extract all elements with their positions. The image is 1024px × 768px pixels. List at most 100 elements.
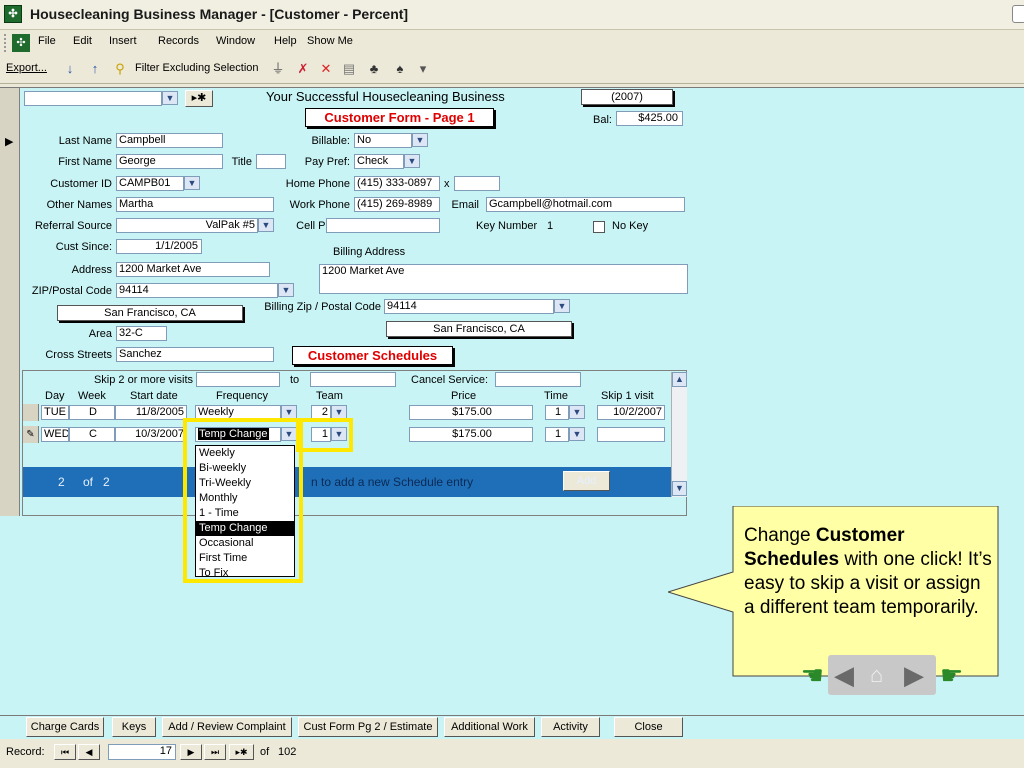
billing-zip-dropdown[interactable]: ▼ <box>554 299 570 313</box>
no-key-checkbox[interactable] <box>593 221 605 233</box>
menu-records[interactable]: Records <box>158 35 199 47</box>
charge-cards-button[interactable]: Charge Cards <box>26 717 104 737</box>
start-date-field[interactable]: 10/3/2007 <box>115 427 187 442</box>
export-button[interactable]: Export... <box>6 62 47 74</box>
area-field[interactable]: 32-C <box>116 326 167 341</box>
add-review-complaint-button[interactable]: Add / Review Complaint <box>162 717 292 737</box>
scroll-down-icon[interactable]: ▼ <box>672 481 687 496</box>
phone-ext-field[interactable] <box>454 176 500 191</box>
first-record-icon[interactable]: ⏮ <box>54 744 76 760</box>
zip-dropdown[interactable]: ▼ <box>278 283 294 297</box>
cross-streets-field[interactable]: Sanchez <box>116 347 274 362</box>
cust-since-field[interactable]: 1/1/2005 <box>116 239 202 254</box>
week-field[interactable]: D <box>69 405 115 420</box>
email-field[interactable]: Gcampbell@hotmail.com <box>486 197 685 212</box>
skip-visit-field[interactable] <box>597 427 665 442</box>
day-field[interactable]: TUE <box>41 405 69 420</box>
zip-field[interactable]: 94114 <box>116 283 278 298</box>
find-icon[interactable]: ♣ <box>366 61 382 77</box>
skip-visit-field[interactable]: 10/2/2007 <box>597 405 665 420</box>
time-dropdown[interactable]: ▼ <box>569 405 585 419</box>
replace-icon[interactable]: ♠ <box>392 61 408 77</box>
billable-dropdown[interactable]: ▼ <box>412 133 428 147</box>
time-field[interactable]: 1 <box>545 427 569 442</box>
frequency-option[interactable]: 1 - Time <box>196 506 294 521</box>
skip-to-field[interactable] <box>310 372 396 387</box>
address-field[interactable]: 1200 Market Ave <box>116 262 270 277</box>
keys-button[interactable]: Keys <box>112 717 156 737</box>
frequency-option[interactable]: To Fix <box>196 566 294 576</box>
sort-descending-icon[interactable]: ↑ <box>87 61 103 77</box>
menu-window[interactable]: Window <box>216 35 255 47</box>
nav-back-icon[interactable]: ◀ <box>834 661 854 689</box>
close-button[interactable]: Close <box>614 717 683 737</box>
menu-show-me[interactable]: Show Me <box>307 35 353 47</box>
cust-form-pg2-button[interactable]: Cust Form Pg 2 / Estimate <box>298 717 438 737</box>
frequency-option[interactable]: Monthly <box>196 491 294 506</box>
cell-phone-field[interactable] <box>326 218 440 233</box>
frequency-option[interactable]: First Time <box>196 551 294 566</box>
frequency-option[interactable]: Bi-weekly <box>196 461 294 476</box>
form-icon[interactable]: ✣ <box>12 34 30 52</box>
nav-home-icon[interactable]: ⌂ <box>870 662 883 688</box>
schedules-scrollbar[interactable]: ▲ ▼ <box>671 372 687 497</box>
frequency-option[interactable]: Occasional <box>196 536 294 551</box>
billable-field[interactable]: No <box>354 133 412 148</box>
customer-id-dropdown[interactable]: ▼ <box>184 176 200 190</box>
customer-id-field[interactable]: CAMPB01 <box>116 176 184 191</box>
home-phone-field[interactable]: (415) 333-0897 <box>354 176 440 191</box>
week-field[interactable]: C <box>69 427 115 442</box>
day-field[interactable]: WED <box>41 427 69 442</box>
record-search-dropdown[interactable]: ▼ <box>162 91 178 105</box>
record-search-combo[interactable] <box>24 91 162 106</box>
remove-filter-icon[interactable]: ✗ <box>295 61 311 77</box>
properties-icon[interactable]: ▤ <box>341 61 357 77</box>
current-record-field[interactable]: 17 <box>108 744 176 760</box>
time-dropdown[interactable]: ▼ <box>569 427 585 441</box>
last-record-icon[interactable]: ⏭ <box>204 744 226 760</box>
menu-file[interactable]: File <box>38 35 56 47</box>
cancel-service-field[interactable] <box>495 372 581 387</box>
toolbar-options-icon[interactable]: ▾ <box>415 61 431 77</box>
previous-record-icon[interactable]: ◀ <box>78 744 100 760</box>
pay-pref-field[interactable]: Check <box>354 154 404 169</box>
scroll-up-icon[interactable]: ▲ <box>672 372 687 387</box>
row-selector[interactable] <box>23 404 39 421</box>
referral-source-field[interactable]: ValPak #5 <box>116 218 258 233</box>
delete-record-icon[interactable]: ✕ <box>318 61 334 77</box>
pay-pref-dropdown[interactable]: ▼ <box>404 154 420 168</box>
window-restore-button[interactable] <box>1012 5 1024 23</box>
next-record-icon[interactable]: ▶ <box>180 744 202 760</box>
filter-excluding-selection-button[interactable]: Filter Excluding Selection <box>135 62 259 74</box>
filter-icon[interactable]: ⚲ <box>112 61 128 77</box>
filter-by-form-icon[interactable]: ⏚ <box>270 61 286 77</box>
frequency-dropdown[interactable]: ▼ <box>281 405 297 419</box>
activity-button[interactable]: Activity <box>541 717 600 737</box>
menu-edit[interactable]: Edit <box>73 35 92 47</box>
start-date-field[interactable]: 11/8/2005 <box>115 405 187 420</box>
editing-pencil-icon[interactable]: ✎ <box>23 426 39 443</box>
additional-work-button[interactable]: Additional Work <box>444 717 535 737</box>
price-field[interactable]: $175.00 <box>409 427 533 442</box>
billing-address-field[interactable]: 1200 Market Ave <box>319 264 688 294</box>
team-dropdown[interactable]: ▼ <box>331 405 347 419</box>
hand-left-icon[interactable]: ☛ <box>780 660 824 690</box>
menu-insert[interactable]: Insert <box>109 35 137 47</box>
new-record-icon[interactable]: ▸✱ <box>229 744 254 760</box>
first-name-field[interactable]: George <box>116 154 223 169</box>
new-record-button[interactable]: ▸✱ <box>185 90 213 107</box>
work-phone-field[interactable]: (415) 269-8989 <box>354 197 440 212</box>
menu-help[interactable]: Help <box>274 35 297 47</box>
record-selector-bar[interactable]: ▶ <box>0 88 20 516</box>
add-schedule-button[interactable]: Add <box>563 471 610 491</box>
sort-ascending-icon[interactable]: ↓ <box>62 61 78 77</box>
frequency-option[interactable]: Temp Change <box>196 521 294 536</box>
nav-forward-icon[interactable]: ▶ <box>904 661 924 689</box>
frequency-option[interactable]: Tri-Weekly <box>196 476 294 491</box>
hand-right-icon[interactable]: ☛ <box>940 662 984 688</box>
skip-from-field[interactable] <box>196 372 280 387</box>
time-field[interactable]: 1 <box>545 405 569 420</box>
other-names-field[interactable]: Martha <box>116 197 274 212</box>
last-name-field[interactable]: Campbell <box>116 133 223 148</box>
frequency-option[interactable]: Weekly <box>196 446 294 461</box>
